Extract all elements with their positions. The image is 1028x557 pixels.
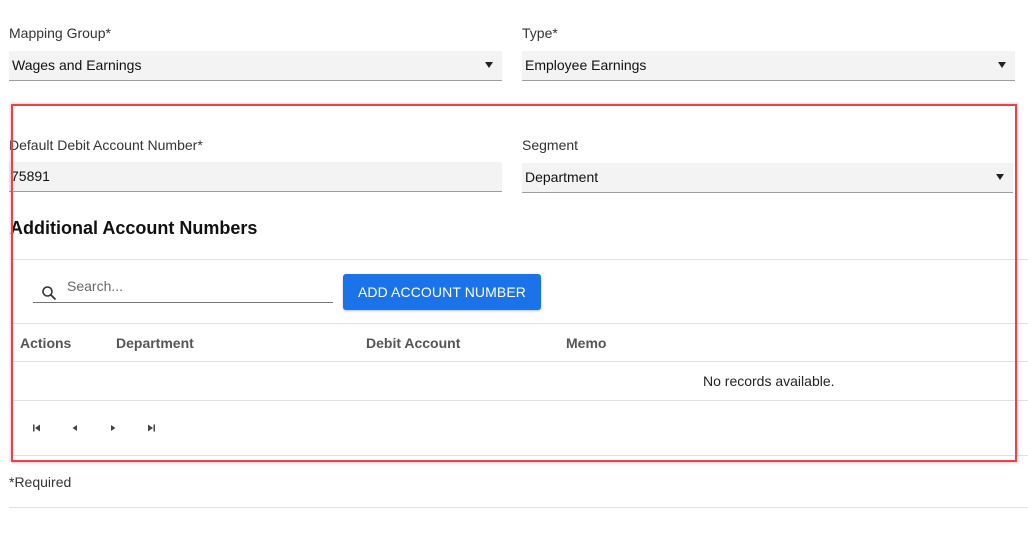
add-account-number-button[interactable]: ADD ACCOUNT NUMBER — [343, 274, 541, 310]
segment-select[interactable]: Department — [522, 163, 1013, 193]
type-select[interactable]: Employee Earnings — [522, 51, 1015, 81]
next-page-icon[interactable] — [106, 421, 120, 435]
mapping-group-value: Wages and Earnings — [12, 57, 142, 73]
default-debit-label: Default Debit Account Number* — [9, 137, 203, 153]
previous-page-icon[interactable] — [68, 421, 82, 435]
search-icon — [42, 286, 57, 301]
column-header-memo[interactable]: Memo — [566, 335, 606, 351]
mapping-group-select[interactable]: Wages and Earnings — [9, 51, 502, 81]
no-records-message: No records available. — [703, 373, 835, 389]
type-value: Employee Earnings — [525, 57, 647, 73]
first-page-icon[interactable] — [30, 421, 44, 435]
search-input[interactable] — [67, 275, 317, 297]
default-debit-input[interactable]: 75891 — [9, 162, 502, 192]
mapping-group-label: Mapping Group* — [9, 25, 111, 41]
required-note: *Required — [9, 474, 72, 490]
chevron-down-icon — [998, 62, 1006, 68]
segment-label: Segment — [522, 137, 579, 153]
last-page-icon[interactable] — [144, 421, 158, 435]
column-header-debit-account[interactable]: Debit Account — [366, 335, 460, 351]
column-header-department[interactable]: Department — [116, 335, 194, 351]
pager — [11, 401, 1028, 456]
search-field — [33, 271, 333, 303]
grid-body: No records available. — [11, 362, 1028, 401]
divider — [9, 507, 1028, 508]
grid-header: Actions Department Debit Account Memo — [11, 323, 1028, 362]
segment-value: Department — [525, 169, 599, 185]
chevron-down-icon — [485, 62, 493, 68]
default-debit-value: 75891 — [11, 168, 50, 184]
chevron-down-icon — [996, 174, 1004, 180]
type-label: Type* — [522, 25, 558, 41]
additional-account-numbers-title: Additional Account Numbers — [10, 218, 258, 238]
column-header-actions[interactable]: Actions — [20, 335, 71, 351]
additional-accounts-grid: ADD ACCOUNT NUMBER Actions Department De… — [11, 259, 1028, 456]
